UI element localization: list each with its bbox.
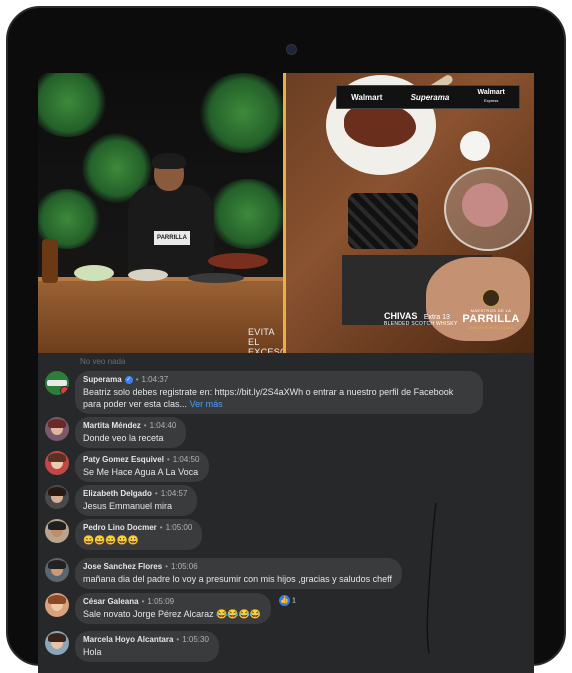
- fern-plant: [208, 179, 284, 249]
- parrilla-emblem-icon: [482, 289, 500, 307]
- chivas-tagline: BLENDED SCOTCH WHISKY: [384, 321, 458, 327]
- chivas-logo: CHIVAS Extra 13 BLENDED SCOTCH WHISKY: [384, 311, 458, 327]
- grill-grate: [348, 193, 418, 249]
- cutting-board-camera-view: Walmart Superama Walmart Express CHIVAS …: [286, 73, 534, 353]
- sliced-onion: [462, 183, 508, 227]
- serving-bowl: [128, 269, 168, 281]
- parrilla-line2: PARRILLA: [462, 313, 520, 325]
- chivas-extra: Extra 13: [423, 314, 450, 321]
- split-divider: [283, 73, 286, 353]
- maestros-parrilla-logo: MAESTROS DE LA PARRILLA UNIDOS POR EL AS…: [462, 289, 520, 330]
- chivas-name: CHIVAS: [384, 311, 418, 321]
- live-video-screen: PARRILLA EVITA EL EXCESO Walmart Superam…: [38, 73, 534, 673]
- walmart-logo: Walmart: [351, 92, 383, 102]
- fern-plant: [38, 73, 108, 137]
- tomahawk-steak: [344, 103, 416, 147]
- chef-hair: [152, 153, 186, 169]
- parrilla-line3: UNIDOS POR EL ASADO: [467, 325, 515, 330]
- walmart-express-name: Walmart: [477, 89, 505, 96]
- walmart-express-sub: Express: [483, 98, 499, 103]
- salad-bowl: [74, 265, 114, 281]
- live-comments-feed[interactable]: No veo nada Superama ✓ • 1:04:37 Beatriz so…: [38, 353, 534, 673]
- whisky-bottle: [42, 239, 58, 283]
- fern-plant: [198, 73, 284, 153]
- sauce-cup: [460, 131, 490, 161]
- kitchen-camera-view: PARRILLA EVITA EL EXCESO: [38, 73, 284, 353]
- evita-el-exceso-text: EVITA EL EXCESO: [248, 327, 284, 353]
- front-camera: [286, 44, 297, 55]
- grill-tray: [188, 273, 244, 283]
- walmart-express-logo: Walmart Express: [478, 89, 505, 105]
- meat-tray: [208, 253, 268, 269]
- superama-logo: Superama: [410, 92, 450, 102]
- sponsor-banner: Walmart Superama Walmart Express: [336, 85, 520, 109]
- live-video-player[interactable]: PARRILLA EVITA EL EXCESO Walmart Superam…: [38, 73, 534, 353]
- drawn-stroke-line: [426, 502, 437, 654]
- apron-logo: PARRILLA: [154, 231, 190, 245]
